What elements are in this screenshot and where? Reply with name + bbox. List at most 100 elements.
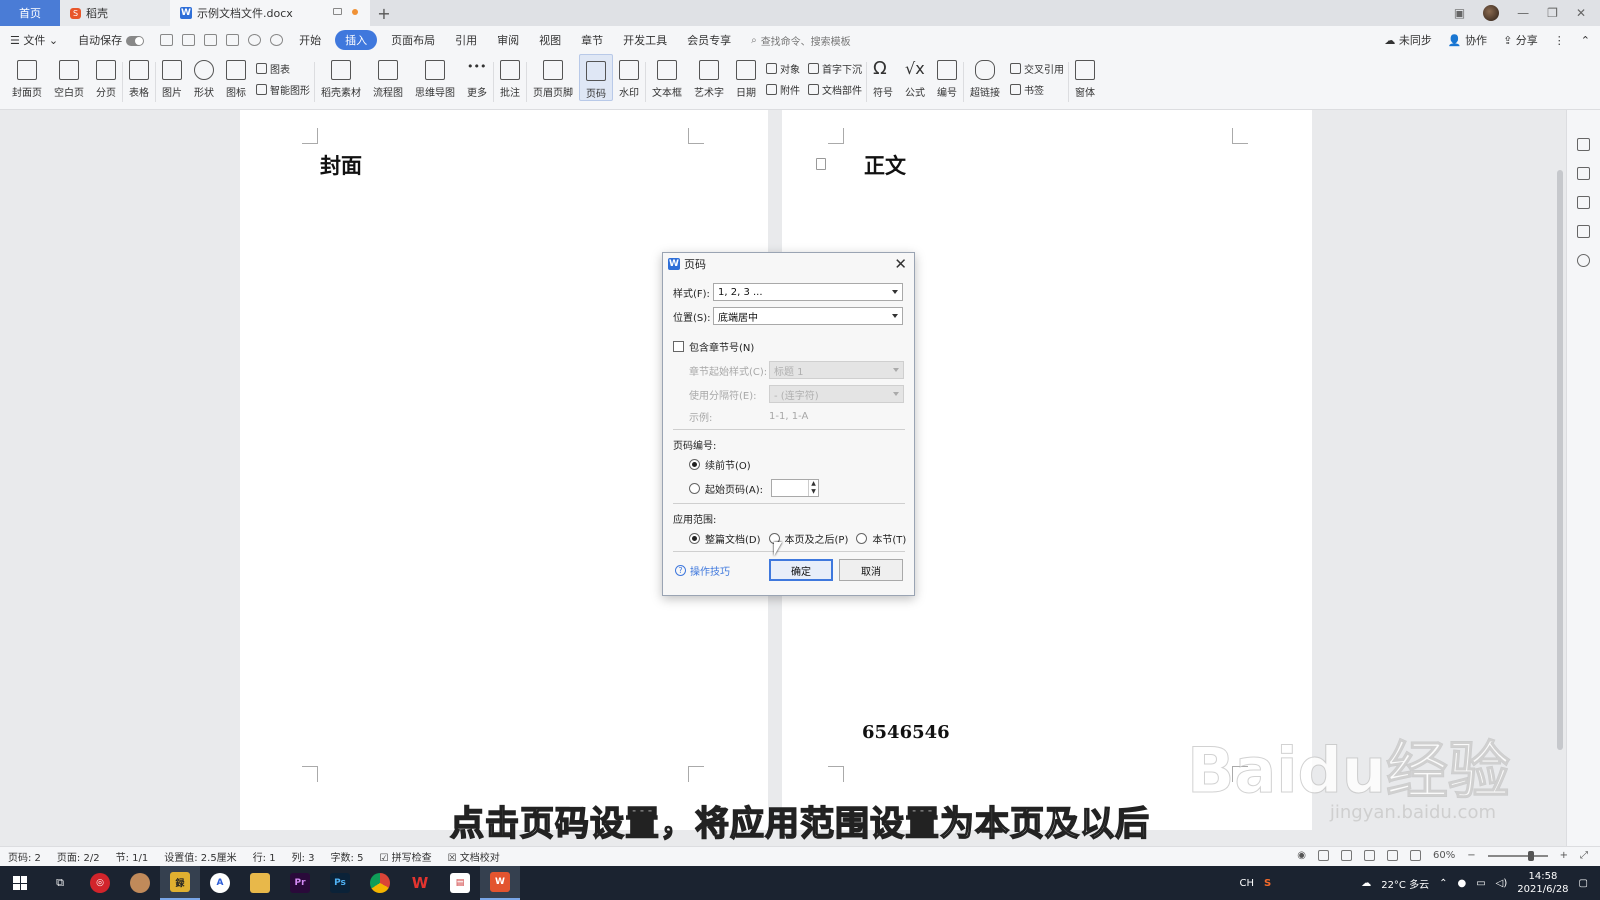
tab-home[interactable]: 首页 — [0, 0, 60, 26]
zoom-slider[interactable] — [1487, 850, 1548, 861]
menu-review[interactable]: 审阅 — [487, 32, 529, 48]
page-view-icon[interactable] — [1317, 850, 1329, 861]
apply-section-radio[interactable] — [856, 533, 868, 544]
taskbar-app-pdf[interactable]: ▤ — [440, 866, 480, 900]
attachment-button[interactable]: 附件 — [766, 82, 800, 97]
taskbar-app-chrome[interactable] — [360, 866, 400, 900]
qq-icon[interactable]: ● — [1457, 878, 1466, 889]
comment-button[interactable]: 批注 — [494, 54, 526, 99]
vertical-scrollbar[interactable] — [1554, 110, 1566, 846]
restore-button[interactable]: ❐ — [1547, 6, 1558, 20]
menu-view[interactable]: 视图 — [529, 32, 571, 48]
tab-daoke[interactable]: S 稻壳 — [60, 0, 170, 26]
save-icon[interactable] — [160, 34, 174, 46]
eye-protect-icon[interactable]: ◉ — [1297, 850, 1306, 861]
page-break-button[interactable]: 分页 — [90, 54, 122, 99]
ok-button[interactable]: 确定 — [769, 559, 833, 581]
collapse-ribbon-icon[interactable]: ⌃ — [1581, 34, 1590, 47]
taskbar-app-explorer[interactable] — [240, 866, 280, 900]
more-options-icon[interactable]: ⋮ — [1554, 34, 1565, 47]
crossref-button[interactable]: 交叉引用 — [1010, 61, 1064, 76]
sync-button[interactable]: ☁ 未同步 — [1384, 32, 1432, 48]
taskbar-app-recorder[interactable]: 録 — [160, 866, 200, 900]
task-view-button[interactable]: ⧉ — [40, 866, 80, 900]
select-cursor-icon[interactable] — [1577, 196, 1590, 209]
object-button[interactable]: 对象 — [766, 61, 800, 76]
mindmap-button[interactable]: 思维导图 — [409, 54, 461, 99]
taskbar-app-photoshop[interactable]: Ps — [320, 866, 360, 900]
sogou-icon[interactable]: S — [1264, 878, 1271, 889]
new-tab-button[interactable]: + — [370, 0, 398, 26]
picture-button[interactable]: 图片 — [156, 54, 188, 99]
taskbar-app-netease[interactable]: ◎ — [80, 866, 120, 900]
include-chapter-row[interactable]: 包含章节号(N) — [673, 339, 754, 354]
wordart-button[interactable]: 艺术字 — [688, 54, 730, 99]
stepper-arrows-icon[interactable]: ▲ ▼ — [808, 480, 818, 496]
taskbar-app-premiere[interactable]: Pr — [280, 866, 320, 900]
tray-expand-icon[interactable]: ⌃ — [1439, 878, 1447, 889]
icon-button[interactable]: 图标 — [220, 54, 252, 99]
start-at-option[interactable]: 起始页码(A): ▲ ▼ — [689, 479, 820, 497]
bookmark-button[interactable]: 书签 — [1010, 82, 1064, 97]
cover-page-button[interactable]: 封面页 — [6, 54, 48, 99]
start-button[interactable] — [0, 866, 40, 900]
date-button[interactable]: 日期 — [730, 54, 762, 99]
position-select[interactable]: 底端居中 — [713, 307, 903, 325]
taskbar-app-wps-writer[interactable]: W — [480, 866, 520, 900]
paragraph-menu-icon[interactable] — [816, 158, 826, 170]
menu-references[interactable]: 引用 — [445, 32, 487, 48]
apply-whole-label[interactable]: 整篇文档(D) — [705, 531, 761, 546]
flowchart-button[interactable]: 流程图 — [367, 54, 409, 99]
menu-chapter[interactable]: 章节 — [571, 32, 613, 48]
hyperlink-button[interactable]: 超链接 — [964, 54, 1006, 99]
format-painter-icon[interactable] — [182, 34, 196, 46]
dialog-close-button[interactable]: ✕ — [894, 255, 907, 273]
command-search[interactable]: ⌕ 查找命令、搜索模板 — [751, 33, 851, 48]
apply-whole-radio[interactable] — [689, 533, 700, 544]
menu-page-layout[interactable]: 页面布局 — [381, 32, 445, 48]
dropcap-button[interactable]: 首字下沉 — [808, 61, 862, 76]
avatar[interactable] — [1483, 5, 1500, 21]
status-page[interactable]: 页面: 2/2 — [57, 849, 100, 864]
pen-icon[interactable] — [1577, 167, 1590, 180]
cancel-button[interactable]: 取消 — [839, 559, 903, 581]
close-window-button[interactable]: ✕ — [1576, 6, 1586, 20]
spell-check-toggle[interactable]: ☑ 拼写检查 — [379, 849, 431, 864]
tips-link[interactable]: ? 操作技巧 — [675, 563, 730, 578]
docparts-button[interactable]: 文档部件 — [808, 82, 862, 97]
tab-document[interactable]: W 示例文档文件.docx — [170, 0, 370, 26]
dialog-titlebar[interactable]: W 页码 — [663, 253, 914, 275]
apply-after-label[interactable]: 本页及之后(P) — [785, 531, 849, 546]
menu-insert[interactable]: 插入 — [335, 30, 378, 50]
minimize-button[interactable]: — — [1517, 6, 1529, 20]
shape-button[interactable]: 形状 — [188, 54, 220, 99]
autosave-toggle[interactable]: 自动保存 — [68, 32, 154, 48]
screen-icon[interactable] — [333, 8, 342, 15]
status-section[interactable]: 节: 1/1 — [116, 849, 149, 864]
print-icon[interactable] — [204, 34, 218, 46]
header-footer-button[interactable]: 页眉页脚 — [527, 54, 579, 99]
menu-start[interactable]: 开始 — [289, 32, 331, 48]
status-setting[interactable]: 设置值: 2.5厘米 — [164, 849, 236, 864]
body-heading[interactable]: 正文 — [864, 150, 906, 180]
style-select[interactable]: 1, 2, 3 ... — [713, 283, 903, 301]
continue-prev-option[interactable]: 续前节(O) — [689, 457, 751, 472]
symbol-button[interactable]: Ω 符号 — [867, 54, 899, 100]
help-icon[interactable] — [1577, 254, 1590, 267]
page-number-text[interactable]: 6546546 — [862, 722, 950, 743]
page-number-button[interactable]: 页码 — [579, 54, 613, 101]
numbering-button[interactable]: 编号 — [931, 54, 963, 99]
scroll-thumb[interactable] — [1557, 170, 1563, 750]
fullscreen-icon[interactable]: ⤢ — [1580, 850, 1588, 861]
daoke-material-button[interactable]: 稻壳素材 — [315, 54, 367, 99]
more-button[interactable]: ••• 更多 — [461, 54, 493, 99]
chart-button[interactable]: 图表 — [256, 61, 310, 76]
network-icon[interactable]: ▭ — [1476, 878, 1485, 889]
zoom-level[interactable]: 60% — [1433, 850, 1455, 861]
file-menu[interactable]: ☰ 文件 ⌄ — [0, 32, 68, 48]
include-chapter-checkbox[interactable] — [673, 341, 684, 352]
textbox-button[interactable]: 文本框 — [646, 54, 688, 99]
ime-indicator[interactable]: CH — [1239, 878, 1254, 889]
taskbar-app-a[interactable]: A — [200, 866, 240, 900]
collab-button[interactable]: 👤 协作 — [1448, 32, 1487, 48]
